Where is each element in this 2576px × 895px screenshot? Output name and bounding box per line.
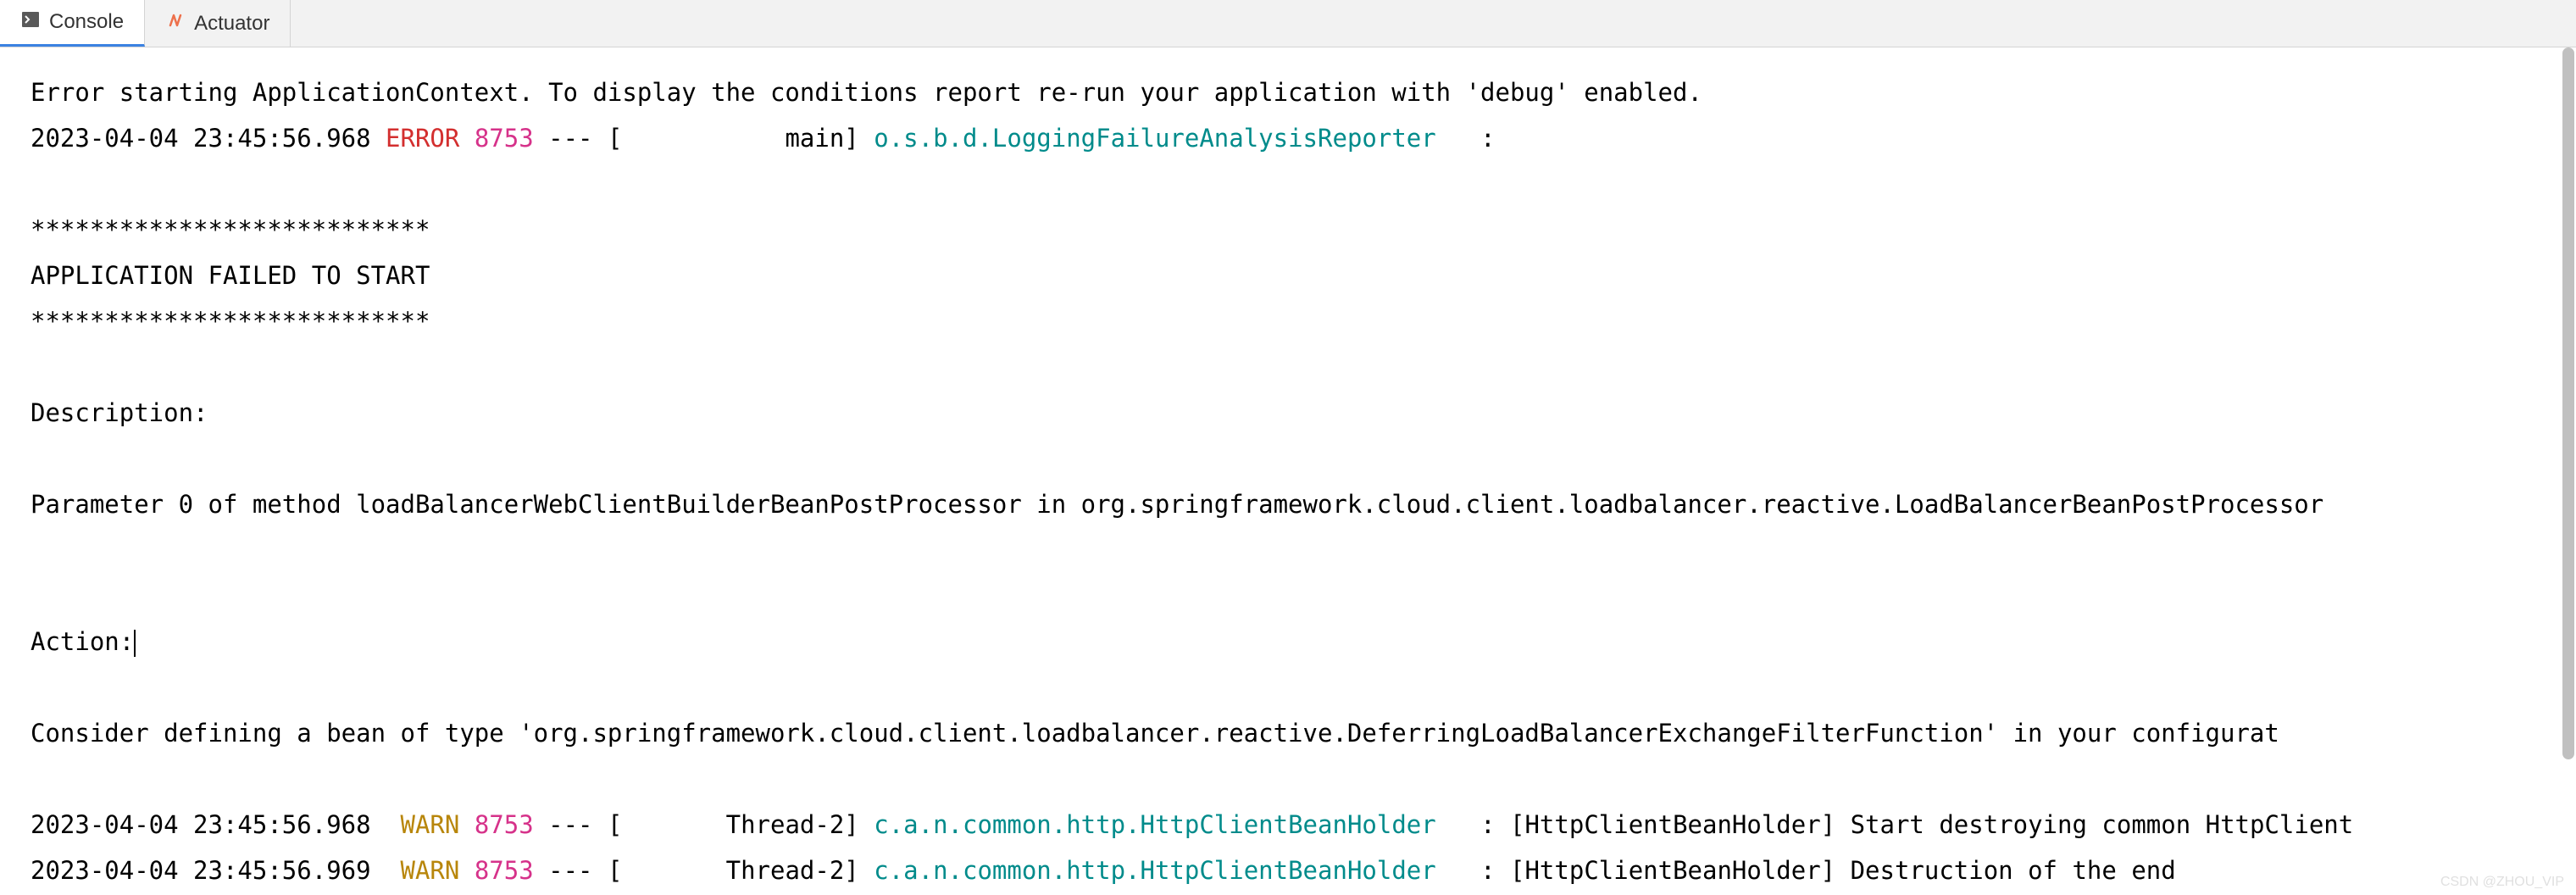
console-line <box>31 573 2576 619</box>
log-timestamp: 2023-04-04 23:45:56.968 <box>31 124 386 153</box>
tab-actuator[interactable]: Actuator <box>145 0 291 47</box>
console-line: 2023-04-04 23:45:56.969 WARN 8753 --- [ … <box>31 848 2576 893</box>
tab-console[interactable]: Console <box>0 0 145 47</box>
console-line: 2023-04-04 23:45:56.968 ERROR 8753 --- [… <box>31 115 2576 161</box>
watermark: CSDN @ZHOU_VIP <box>2440 875 2564 890</box>
log-separator: : <box>1466 856 1510 885</box>
log-timestamp: 2023-04-04 23:45:56.968 <box>31 810 386 839</box>
log-logger: o.s.b.d.LoggingFailureAnalysisReporter <box>874 124 1465 153</box>
text-cursor <box>134 630 136 657</box>
console-line: APPLICATION FAILED TO START <box>31 253 2576 298</box>
console-line <box>31 436 2576 481</box>
console-line <box>31 161 2576 207</box>
log-pid: 8753 <box>475 124 534 153</box>
log-logger: c.a.n.common.http.HttpClientBeanHolder <box>874 856 1465 885</box>
log-separator: : <box>1466 124 1510 153</box>
console-line: Parameter 0 of method loadBalancerWebCli… <box>31 481 2576 527</box>
console-line: *************************** <box>31 298 2576 344</box>
log-thread: --- [ main] <box>534 124 874 153</box>
console-line: *************************** <box>31 207 2576 253</box>
log-pid: 8753 <box>475 856 534 885</box>
log-thread: --- [ Thread-2] <box>534 810 874 839</box>
console-line <box>31 756 2576 802</box>
tab-actuator-label: Actuator <box>194 12 269 36</box>
log-pid: 8753 <box>475 810 534 839</box>
actuator-icon <box>165 10 186 36</box>
log-timestamp: 2023-04-04 23:45:56.969 <box>31 856 386 885</box>
log-message: [HttpClientBeanHolder] Start destroying … <box>1510 810 2353 839</box>
console-output[interactable]: Error starting ApplicationContext. To di… <box>0 47 2576 895</box>
console-text: Action: <box>31 627 134 656</box>
tab-bar: Console Actuator <box>0 0 2576 47</box>
log-separator: : <box>1466 810 1510 839</box>
console-line: Description: <box>31 390 2576 436</box>
log-message: [HttpClientBeanHolder] Destruction of th… <box>1510 856 2176 885</box>
vertical-scrollbar-thumb[interactable] <box>2562 47 2574 759</box>
console-line: Error starting ApplicationContext. To di… <box>31 69 2576 115</box>
console-line <box>31 527 2576 573</box>
console-line: Consider defining a bean of type 'org.sp… <box>31 710 2576 756</box>
vertical-scrollbar-track[interactable] <box>2559 47 2576 895</box>
log-level: WARN <box>386 810 459 839</box>
log-logger: c.a.n.common.http.HttpClientBeanHolder <box>874 810 1465 839</box>
log-level: ERROR <box>386 124 459 153</box>
console-line: 2023-04-04 23:45:56.968 WARN 8753 --- [ … <box>31 802 2576 848</box>
console-icon <box>20 9 41 36</box>
console-line: Action: <box>31 619 2576 664</box>
log-thread: --- [ Thread-2] <box>534 856 874 885</box>
tab-console-label: Console <box>49 10 124 34</box>
console-line <box>31 344 2576 390</box>
console-line <box>31 664 2576 710</box>
log-level: WARN <box>386 856 459 885</box>
